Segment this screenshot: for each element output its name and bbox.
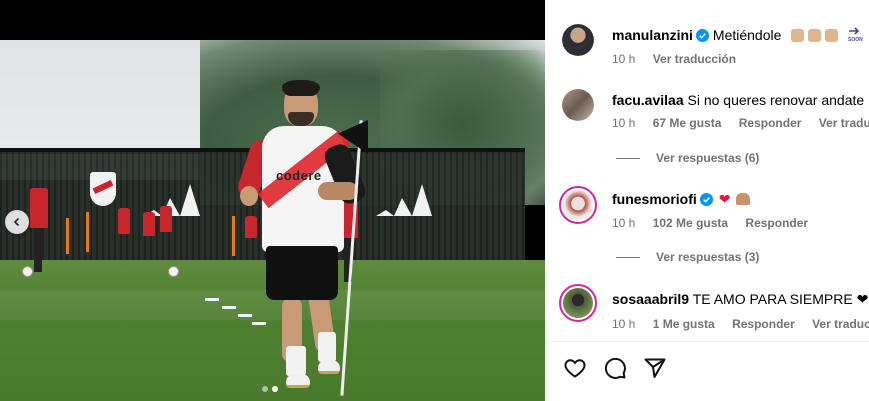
view-replies-button[interactable]: Ver respuestas (6): [616, 151, 759, 165]
comment-meta: 10 h 67 Me gusta Responder Ver traducció…: [612, 116, 869, 130]
share-icon: [644, 358, 666, 378]
training-pole: [86, 212, 89, 252]
avatar-image: [562, 89, 594, 121]
comment-text: Si no queres renovar andate: [687, 92, 865, 108]
black-heart-emoji: ❤: [856, 291, 869, 307]
pitch-marker: [238, 314, 252, 317]
divider: [545, 341, 869, 342]
flexed-biceps-emoji: [791, 27, 842, 43]
avatar[interactable]: [562, 24, 594, 56]
player: [282, 80, 320, 96]
comment-meta: 10 h 1 Me gusta Responder Ver traducción: [612, 317, 869, 331]
avatar-image: [563, 288, 593, 318]
comment-time: 10 h: [612, 52, 636, 66]
soon-arrow-icon: SOON: [848, 27, 863, 42]
like-count[interactable]: 67 Me gusta: [653, 116, 722, 130]
see-translation-link[interactable]: Ver traducción: [812, 317, 869, 331]
avatar[interactable]: [562, 89, 594, 121]
username[interactable]: sosaaabril9: [612, 291, 689, 307]
player: [318, 360, 340, 374]
like-count[interactable]: 1 Me gusta: [653, 317, 715, 331]
carousel-dots: [262, 386, 278, 392]
player: [240, 186, 258, 206]
verified-badge-icon: [695, 29, 709, 42]
pitch-marker: [222, 306, 236, 309]
username[interactable]: funesmoriofi: [612, 191, 697, 207]
comment-text: TE AMO PARA SIEMPRE: [692, 291, 853, 307]
replies-dash: [616, 157, 640, 159]
comment-line: funesmoriofi ❤: [612, 190, 751, 208]
instagram-post-view: codere manulanzini Metiéndole SOON 10 h …: [0, 0, 869, 401]
adidas-logo: [376, 184, 432, 216]
carousel-dot[interactable]: [262, 386, 268, 392]
pitch-marker: [252, 322, 266, 325]
player-shorts: [266, 246, 338, 300]
training-pole: [232, 216, 235, 256]
see-translation-link[interactable]: Ver traducción: [653, 52, 736, 66]
view-replies-button[interactable]: Ver respuestas (3): [616, 250, 759, 264]
training-pole: [66, 218, 69, 254]
replies-dash: [616, 256, 640, 258]
comment-line: manulanzini Metiéndole: [612, 26, 842, 44]
background-player: [34, 228, 42, 272]
share-button[interactable]: [642, 355, 668, 381]
comment-line: facu.avilaa Si no queres renovar andate: [612, 91, 864, 109]
avatar-image: [563, 190, 593, 220]
player: [318, 182, 358, 200]
pitch-marker: [205, 298, 219, 301]
post-photo: codere: [0, 40, 545, 401]
like-heart-icon: [564, 359, 586, 378]
view-replies-label: Ver respuestas (3): [656, 250, 760, 264]
background-player: [30, 188, 48, 228]
comment-meta: 10 h Ver traducción: [612, 52, 750, 66]
player: [318, 332, 336, 362]
background-player: [245, 216, 257, 238]
comment-meta: 10 h 102 Me gusta Responder: [612, 216, 822, 230]
comment-button[interactable]: [602, 355, 628, 381]
comment-icon: [604, 357, 626, 379]
username[interactable]: facu.avilaa: [612, 92, 684, 108]
avatar-image: [562, 24, 594, 56]
post-actions: [562, 355, 668, 381]
reply-button[interactable]: Responder: [745, 216, 808, 230]
football: [168, 266, 179, 277]
comments-panel: manulanzini Metiéndole SOON 10 h Ver trad…: [545, 0, 869, 401]
reply-button[interactable]: Responder: [739, 116, 802, 130]
club-crest: [90, 172, 116, 206]
background-player: [143, 212, 155, 236]
red-heart-emoji: ❤: [718, 191, 731, 207]
carousel-dot-active[interactable]: [272, 386, 278, 392]
player: [286, 346, 306, 376]
comment-line: sosaaabril9 TE AMO PARA SIEMPRE ❤: [612, 290, 868, 308]
background-player: [118, 208, 130, 234]
verified-badge-icon: [699, 193, 713, 206]
comment-text: Metiéndole: [712, 27, 782, 43]
chevron-left-icon: [13, 217, 20, 227]
player: [286, 374, 310, 388]
comment-time: 10 h: [612, 317, 636, 331]
comment-time: 10 h: [612, 116, 636, 130]
avatar[interactable]: [559, 186, 597, 224]
reply-button[interactable]: Responder: [732, 317, 795, 331]
post-media: codere: [0, 0, 545, 401]
see-translation-link[interactable]: Ver traducción: [819, 116, 869, 130]
folded-hands-emoji: [736, 193, 751, 205]
view-replies-label: Ver respuestas (6): [656, 151, 760, 165]
avatar[interactable]: [559, 284, 597, 322]
adidas-logo: [144, 184, 200, 216]
comment-time: 10 h: [612, 216, 636, 230]
shirt-sponsor: codere: [276, 168, 322, 183]
background-player: [160, 206, 172, 232]
svg-text:SOON: SOON: [848, 37, 863, 42]
football: [22, 266, 33, 277]
like-button[interactable]: [562, 355, 588, 381]
username[interactable]: manulanzini: [612, 27, 693, 43]
carousel-prev-button[interactable]: [5, 210, 29, 234]
like-count[interactable]: 102 Me gusta: [653, 216, 728, 230]
